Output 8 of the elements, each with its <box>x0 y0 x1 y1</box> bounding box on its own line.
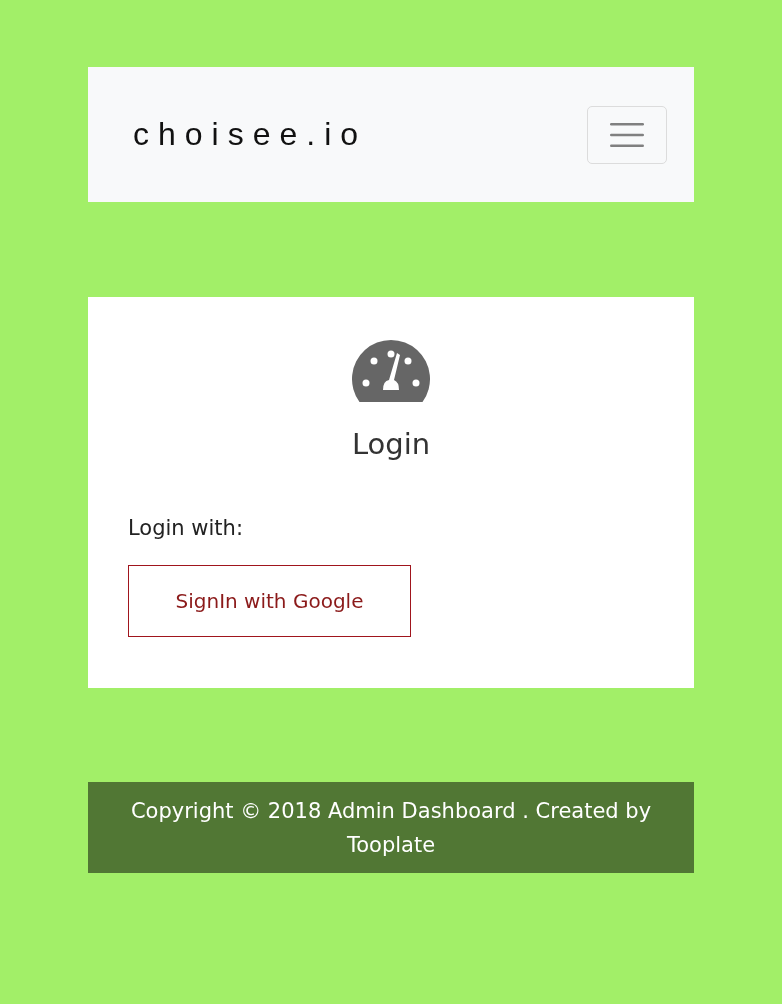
google-signin-button[interactable]: SignIn with Google <box>128 565 411 637</box>
menu-icon <box>610 121 644 148</box>
copyright-text: Copyright © 2018 Admin Dashboard . Created by Tooplate <box>129 797 653 859</box>
menu-button[interactable] <box>587 105 667 164</box>
login-title: Login <box>350 427 432 461</box>
brand-logo[interactable]: choisee.io <box>133 116 368 153</box>
login-prompt: Login with: <box>128 516 244 540</box>
dashboard-icon <box>352 340 430 402</box>
